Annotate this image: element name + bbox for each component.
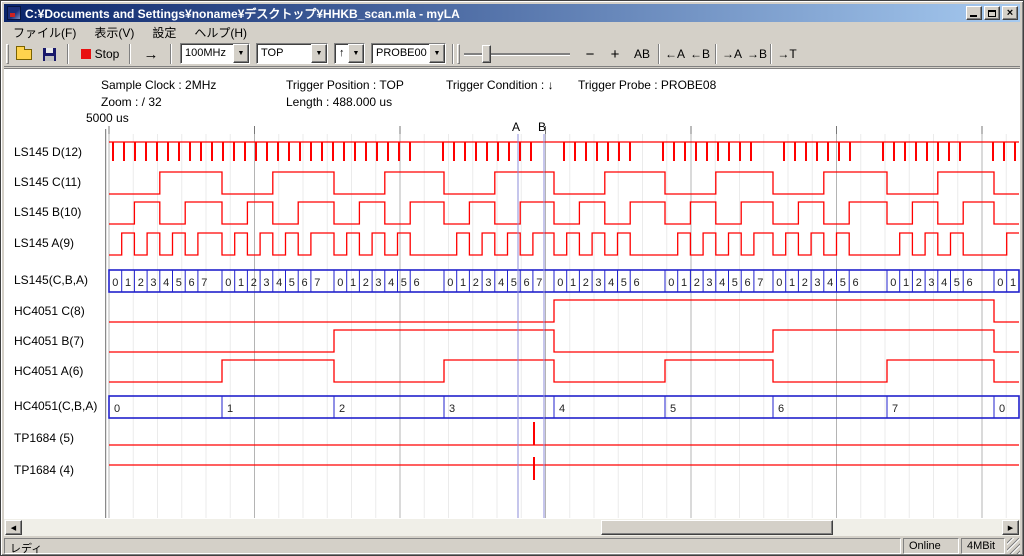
resize-grip[interactable]: [1007, 538, 1020, 554]
horizontal-scrollbar[interactable]: ◀ ▶: [4, 519, 1020, 536]
save-button[interactable]: [37, 43, 61, 65]
scroll-left-icon: ◀: [11, 524, 16, 532]
title-bar: C:¥Documents and Settings¥noname¥デスクトップ¥…: [4, 4, 1020, 22]
minimize-icon: [970, 15, 977, 17]
close-icon: ×: [1007, 8, 1013, 19]
zoom-slider-thumb[interactable]: [482, 45, 491, 63]
menu-bar: ファイル(F) 表示(V) 設定 ヘルプ(H): [4, 23, 1020, 41]
toolbar-grip[interactable]: [457, 44, 460, 64]
toolbar-separator: [452, 44, 454, 64]
menu-view[interactable]: 表示(V): [85, 23, 143, 42]
status-bar: レディ Online 4MBit: [4, 538, 1020, 554]
scroll-left-button[interactable]: ◀: [5, 520, 22, 535]
trigger-position-value: TOP: [257, 44, 311, 63]
close-button[interactable]: ×: [1002, 6, 1018, 20]
toolbar-separator: [770, 44, 772, 64]
minimize-button[interactable]: [966, 6, 982, 20]
set-cursor-b-button[interactable]: →B: [745, 43, 769, 65]
zoom-slider-track[interactable]: [464, 53, 570, 56]
menu-file[interactable]: ファイル(F): [4, 23, 85, 42]
save-icon: [43, 48, 56, 61]
zoom-slider[interactable]: [464, 44, 570, 64]
trigger-position-select[interactable]: TOP ▼: [256, 43, 328, 64]
trigger-edge-value: ↑: [335, 44, 348, 63]
toolbar-separator: [658, 44, 660, 64]
dropdown-arrow-icon[interactable]: ▼: [429, 44, 445, 63]
scroll-right-icon: ▶: [1008, 524, 1013, 532]
app-window: C:¥Documents and Settings¥noname¥デスクトップ¥…: [0, 0, 1024, 556]
toolbar-separator: [715, 44, 717, 64]
app-icon: [7, 6, 21, 20]
trigger-probe-value: PROBE00: [372, 44, 429, 63]
sample-clock-select[interactable]: 100MHz ▼: [180, 43, 250, 64]
maximize-icon: [988, 10, 996, 17]
scrollbar-thumb[interactable]: [601, 520, 833, 535]
scroll-right-button[interactable]: ▶: [1002, 520, 1019, 535]
status-ready: レディ: [4, 538, 901, 554]
trigger-edge-select[interactable]: ↑ ▼: [334, 43, 365, 64]
goto-cursor-a-button[interactable]: ←A: [663, 43, 687, 65]
trigger-probe-select[interactable]: PROBE00 ▼: [371, 43, 446, 64]
set-cursor-a-button[interactable]: →A: [720, 43, 744, 65]
goto-cursor-b-button[interactable]: ←B: [688, 43, 712, 65]
run-button[interactable]: →: [136, 43, 166, 65]
toolbar: Stop → 100MHz ▼ TOP ▼ ↑ ▼ PROBE00 ▼ − + …: [4, 41, 1020, 67]
window-title: C:¥Documents and Settings¥noname¥デスクトップ¥…: [25, 5, 964, 22]
toolbar-separator: [129, 44, 131, 64]
open-button[interactable]: [12, 43, 36, 65]
sample-clock-value: 100MHz: [181, 44, 233, 63]
waveform-client-area: [4, 68, 1020, 519]
stop-label: Stop: [95, 47, 120, 61]
toolbar-separator: [170, 44, 172, 64]
zoom-in-button[interactable]: +: [603, 43, 627, 65]
toolbar-grip[interactable]: [6, 44, 9, 64]
dropdown-arrow-icon[interactable]: ▼: [233, 44, 249, 63]
open-folder-icon: [16, 49, 32, 60]
dropdown-arrow-icon[interactable]: ▼: [311, 44, 327, 63]
zoom-out-button[interactable]: −: [578, 43, 602, 65]
menu-help[interactable]: ヘルプ(H): [185, 23, 256, 42]
menu-settings[interactable]: 設定: [143, 23, 185, 42]
toolbar-separator: [67, 44, 69, 64]
zoom-ab-button[interactable]: AB: [629, 43, 655, 65]
stop-button[interactable]: Stop: [75, 43, 125, 65]
status-memory: 4MBit: [961, 538, 1005, 554]
dropdown-arrow-icon[interactable]: ▼: [348, 44, 364, 63]
stop-icon: [81, 49, 91, 59]
status-online: Online: [903, 538, 959, 554]
goto-trigger-button[interactable]: →T: [775, 43, 799, 65]
maximize-button[interactable]: [984, 6, 1000, 20]
